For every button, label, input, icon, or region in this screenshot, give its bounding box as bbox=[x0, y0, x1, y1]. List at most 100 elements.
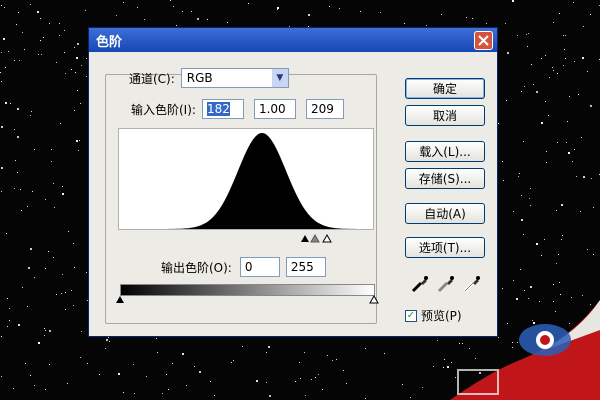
star bbox=[530, 188, 531, 189]
save-button[interactable]: 存储(S)... bbox=[405, 168, 485, 189]
star bbox=[233, 360, 234, 361]
star bbox=[365, 398, 366, 399]
levels-dialog: 色阶 通道(C): RGB ▼ 输入色阶(I): 182 1.00 209 输出… bbox=[88, 27, 498, 337]
star bbox=[34, 149, 35, 150]
input-black-field[interactable]: 182 bbox=[201, 99, 244, 119]
input-white-slider[interactable] bbox=[322, 233, 332, 243]
histogram-plot bbox=[119, 133, 373, 229]
star bbox=[346, 383, 347, 384]
star bbox=[552, 67, 553, 68]
star bbox=[40, 18, 41, 19]
star bbox=[567, 121, 568, 122]
star bbox=[67, 383, 68, 384]
star bbox=[526, 34, 527, 35]
star bbox=[277, 7, 279, 9]
star bbox=[329, 6, 330, 7]
star bbox=[18, 12, 19, 13]
star bbox=[553, 22, 554, 23]
star bbox=[536, 91, 538, 93]
chevron-down-icon[interactable]: ▼ bbox=[271, 69, 288, 87]
load-button[interactable]: 载入(L)... bbox=[405, 141, 485, 162]
output-white-slider[interactable] bbox=[369, 294, 379, 304]
star bbox=[517, 35, 518, 36]
star bbox=[242, 346, 243, 347]
star bbox=[437, 340, 438, 341]
star bbox=[519, 173, 520, 174]
cancel-button[interactable]: 取消 bbox=[405, 105, 485, 126]
star bbox=[587, 71, 588, 72]
input-gamma-field[interactable]: 1.00 bbox=[253, 99, 296, 119]
star bbox=[556, 263, 557, 264]
star bbox=[65, 292, 66, 293]
star bbox=[300, 378, 301, 379]
star bbox=[502, 161, 503, 162]
star bbox=[580, 211, 581, 212]
output-black-field[interactable]: 0 bbox=[239, 257, 280, 277]
star bbox=[64, 52, 65, 53]
star bbox=[332, 360, 333, 361]
output-black-slider[interactable] bbox=[116, 296, 124, 303]
star bbox=[502, 288, 503, 289]
star bbox=[30, 248, 32, 250]
star bbox=[524, 290, 525, 291]
input-white-field[interactable]: 209 bbox=[305, 99, 344, 119]
star bbox=[557, 142, 558, 143]
star bbox=[207, 19, 208, 20]
star bbox=[15, 160, 16, 161]
star bbox=[172, 363, 173, 364]
star bbox=[3, 38, 5, 40]
star bbox=[17, 172, 18, 173]
star bbox=[343, 370, 344, 371]
star bbox=[0, 72, 1, 73]
star bbox=[541, 255, 542, 256]
input-black-slider[interactable] bbox=[301, 235, 309, 242]
star bbox=[25, 363, 26, 364]
star bbox=[77, 43, 79, 45]
star bbox=[563, 35, 564, 36]
gray-eyedropper-icon[interactable] bbox=[435, 273, 457, 295]
star bbox=[65, 73, 66, 74]
star bbox=[590, 14, 591, 15]
star bbox=[32, 191, 33, 192]
star bbox=[520, 269, 521, 270]
star bbox=[45, 389, 46, 390]
star bbox=[572, 161, 573, 162]
star bbox=[48, 251, 49, 252]
white-eyedropper-icon[interactable] bbox=[461, 273, 483, 295]
channel-value: RGB bbox=[186, 71, 213, 85]
options-button[interactable]: 选项(T)... bbox=[405, 237, 485, 258]
channel-select[interactable]: RGB ▼ bbox=[180, 68, 289, 88]
star bbox=[546, 162, 547, 163]
close-button[interactable] bbox=[474, 30, 493, 50]
black-eyedropper-icon[interactable] bbox=[409, 273, 431, 295]
star bbox=[544, 239, 545, 240]
star bbox=[578, 94, 579, 95]
star bbox=[56, 294, 57, 295]
star bbox=[137, 7, 138, 8]
output-white-field[interactable]: 255 bbox=[285, 257, 326, 277]
star bbox=[146, 376, 147, 377]
star bbox=[168, 389, 169, 390]
star bbox=[157, 352, 158, 353]
star bbox=[360, 11, 361, 12]
star bbox=[541, 122, 543, 124]
auto-button[interactable]: 自动(A) bbox=[405, 203, 485, 224]
preview-checkbox[interactable]: ✓ bbox=[405, 309, 417, 322]
star bbox=[556, 210, 557, 211]
input-gamma-slider[interactable] bbox=[310, 233, 320, 243]
star bbox=[5, 102, 7, 104]
star bbox=[45, 199, 46, 200]
star bbox=[59, 23, 60, 24]
star bbox=[308, 14, 310, 16]
output-white-value: 255 bbox=[290, 260, 314, 274]
star bbox=[365, 348, 366, 349]
output-levels-label: 输出色阶(O): bbox=[161, 260, 232, 275]
star bbox=[582, 295, 583, 296]
ok-button[interactable]: 确定 bbox=[405, 78, 485, 99]
star bbox=[581, 137, 582, 138]
star bbox=[545, 55, 546, 56]
star bbox=[559, 282, 560, 283]
star bbox=[561, 239, 562, 240]
star bbox=[433, 366, 434, 367]
star bbox=[1, 52, 2, 53]
